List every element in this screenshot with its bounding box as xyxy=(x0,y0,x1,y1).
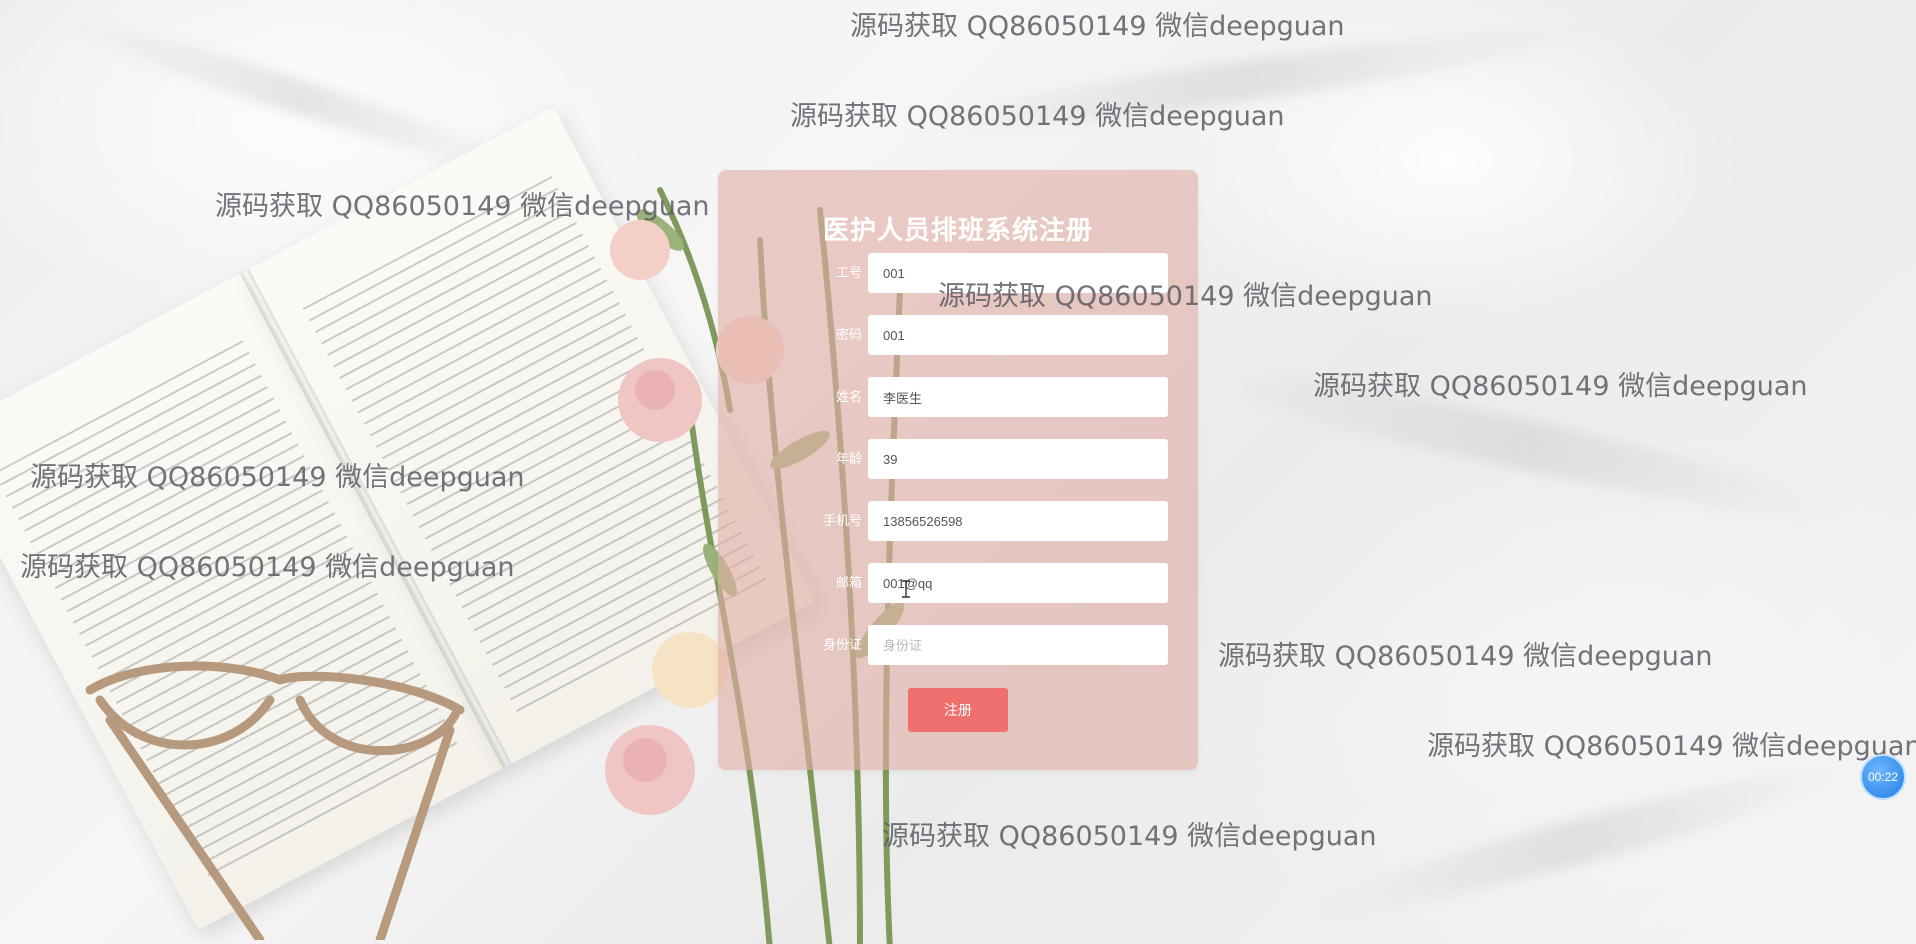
text-cursor-icon xyxy=(902,580,910,598)
field-row-name: 姓名 xyxy=(718,377,1198,417)
email-label: 邮箱 xyxy=(835,575,862,590)
phone-label: 手机号 xyxy=(822,513,862,528)
field-row-id-card: 身份证 xyxy=(718,625,1198,665)
id-card-input[interactable] xyxy=(868,625,1168,665)
watermark-text: 源码获取 QQ86050149 微信deepguan xyxy=(215,191,710,222)
field-row-phone: 手机号 xyxy=(718,501,1198,541)
watermark-text: 源码获取 QQ86050149 微信deepguan xyxy=(1313,371,1808,402)
watermark-text: 源码获取 QQ86050149 微信deepguan xyxy=(850,11,1345,42)
watermark-text: 源码获取 QQ86050149 微信deepguan xyxy=(882,821,1377,852)
glasses-image xyxy=(85,661,465,940)
watermark-text: 源码获取 QQ86050149 微信deepguan xyxy=(20,552,515,583)
field-row-age: 年龄 xyxy=(718,439,1198,479)
field-row-email: 邮箱 xyxy=(718,563,1198,603)
password-input[interactable] xyxy=(868,315,1168,355)
staff-id-label: 工号 xyxy=(835,265,862,280)
age-label: 年龄 xyxy=(835,451,862,466)
watermark-text: 源码获取 QQ86050149 微信deepguan xyxy=(1427,731,1916,762)
id-card-label: 身份证 xyxy=(822,637,862,652)
watermark-text: 源码获取 QQ86050149 微信deepguan xyxy=(938,281,1433,312)
name-input[interactable] xyxy=(868,377,1168,417)
register-panel: 医护人员排班系统注册 工号 密码 姓名 年龄 手机号 邮箱 身份证 xyxy=(718,170,1198,770)
field-row-password: 密码 xyxy=(718,315,1198,355)
fabric-wrinkle xyxy=(1303,749,1847,936)
timer-badge[interactable]: 00:22 xyxy=(1860,754,1906,800)
register-button[interactable]: 注册 xyxy=(908,688,1008,732)
name-label: 姓名 xyxy=(835,389,862,404)
email-input[interactable] xyxy=(868,563,1168,603)
password-label: 密码 xyxy=(835,327,862,342)
register-title: 医护人员排班系统注册 xyxy=(822,215,1093,245)
phone-input[interactable] xyxy=(868,501,1168,541)
watermark-text: 源码获取 QQ86050149 微信deepguan xyxy=(1218,641,1713,672)
watermark-text: 源码获取 QQ86050149 微信deepguan xyxy=(790,101,1285,132)
age-input[interactable] xyxy=(868,439,1168,479)
watermark-text: 源码获取 QQ86050149 微信deepguan xyxy=(30,462,525,493)
page-background: 源码获取 QQ86050149 微信deepguan 源码获取 QQ860501… xyxy=(0,0,1916,944)
